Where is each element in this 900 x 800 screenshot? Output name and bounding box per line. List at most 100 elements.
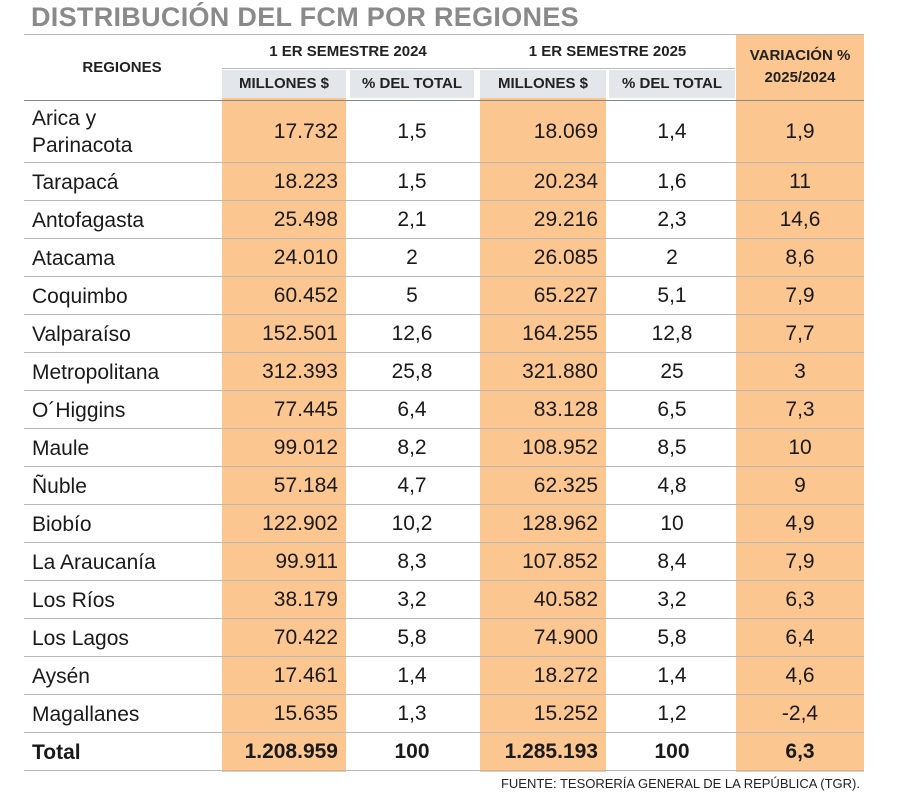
- pct-2025-cell: 25: [660, 360, 684, 383]
- pct-2024-cell: 12,6: [391, 322, 433, 345]
- region-name-cell: Aysén: [32, 664, 90, 688]
- pct-2025-cell: 4,8: [657, 474, 687, 497]
- millions-2025-cell: 62.325: [533, 474, 598, 497]
- pct-2025-cell: 1,6: [657, 170, 687, 193]
- pct-2024-cell: 5: [406, 284, 418, 307]
- pct-2024-cell: 3,2: [397, 588, 427, 611]
- pct-2025-cell: 3,2: [657, 588, 687, 611]
- header-semester-2025: 1 ER SEMESTRE 2025: [528, 43, 687, 60]
- pct-2024-cell: 6,4: [397, 398, 427, 421]
- variation-cell: 10: [788, 436, 812, 459]
- millions-2025-cell: 20.234: [533, 170, 598, 193]
- table-row: O´Higgins 77.445 6,4 83.128 6,5 7,3: [24, 391, 864, 429]
- millions-2025-cell: 26.085: [533, 246, 598, 269]
- table-row: Los Ríos 38.179 3,2 40.582 3,2 6,3: [24, 581, 864, 619]
- millions-2025-cell: 83.128: [533, 398, 598, 421]
- region-name-cell: Arica y Parinacota: [32, 107, 133, 157]
- region-name-cell: Atacama: [32, 246, 115, 270]
- region-name-cell: Metropolitana: [32, 360, 160, 384]
- millions-2024-cell: 99.911: [275, 550, 338, 573]
- millions-2025-cell: 128.962: [522, 512, 598, 535]
- millions-2025-cell: 15.252: [533, 702, 598, 725]
- pct-2024-cell: 5,8: [397, 626, 427, 649]
- pct-2024-cell: 8,3: [397, 550, 427, 573]
- millions-2025-cell: 321.880: [522, 360, 598, 383]
- total-pct-2024-cell: 100: [394, 740, 430, 763]
- variation-cell: 6,3: [785, 588, 815, 611]
- millions-2025-cell: 74.900: [533, 626, 598, 649]
- millions-2024-cell: 24.010: [273, 246, 338, 269]
- table-row: Los Lagos 70.422 5,8 74.900 5,8 6,4: [24, 619, 864, 657]
- pct-2025-cell: 8,5: [657, 436, 687, 459]
- pct-2025-cell: 2: [666, 246, 678, 269]
- header-millions-2025: MILLONES $: [480, 70, 606, 98]
- variation-cell: 8,6: [785, 246, 815, 269]
- table-row: Tarapacá 18.223 1,5 20.234 1,6 11: [24, 163, 864, 201]
- table-row: Biobío 122.902 10,2 128.962 10 4,9: [24, 505, 864, 543]
- table-row: Ñuble 57.184 4,7 62.325 4,8 9: [24, 467, 864, 505]
- variation-cell: -2,4: [781, 702, 819, 725]
- variation-cell: 4,9: [785, 512, 815, 535]
- pct-2024-cell: 25,8: [391, 360, 433, 383]
- region-name-cell: Biobío: [32, 512, 92, 536]
- total-millions-2025-cell: 1.285.193: [504, 740, 598, 763]
- region-name-cell: Maule: [32, 436, 90, 460]
- pct-2025-cell: 12,8: [651, 322, 693, 345]
- variation-cell: 7,7: [785, 322, 815, 345]
- table-row: Arica y Parinacota 17.732 1,5 18.069 1,4 1,9: [24, 101, 864, 163]
- header-variation: VARIACIÓN % 2025/2024: [736, 36, 864, 98]
- millions-2024-cell: 18.223: [273, 170, 338, 193]
- region-name-cell: O´Higgins: [32, 398, 126, 422]
- millions-2024-cell: 99.012: [273, 436, 338, 459]
- millions-2025-cell: 40.582: [533, 588, 598, 611]
- pct-2024-cell: 1,3: [397, 702, 427, 725]
- header-pct-2024: % DEL TOTAL: [350, 70, 474, 98]
- pct-2025-cell: 1,2: [657, 702, 687, 725]
- pct-2025-cell: 1,4: [657, 664, 687, 687]
- millions-2025-cell: 18.272: [533, 664, 598, 687]
- region-name-cell: Valparaíso: [32, 322, 131, 346]
- region-name-cell: La Araucanía: [32, 550, 156, 574]
- pct-2024-cell: 10,2: [391, 512, 433, 535]
- region-name-cell: Los Lagos: [32, 626, 129, 650]
- header-millions-2024: MILLONES $: [222, 70, 346, 98]
- variation-cell: 6,4: [785, 626, 815, 649]
- region-name-cell: Tarapacá: [32, 170, 119, 194]
- pct-2024-cell: 1,5: [397, 120, 427, 143]
- table-row: Coquimbo 60.452 5 65.227 5,1 7,9: [24, 277, 864, 315]
- total-millions-2024-cell: 1.208.959: [244, 740, 338, 763]
- table-row: Atacama 24.010 2 26.085 2 8,6: [24, 239, 864, 277]
- variation-cell: 3: [794, 360, 806, 383]
- header-regions: REGIONES: [82, 58, 162, 76]
- table-row: Aysén 17.461 1,4 18.272 1,4 4,6: [24, 657, 864, 695]
- pct-2025-cell: 1,4: [657, 120, 687, 143]
- table-row: Valparaíso 152.501 12,6 164.255 12,8 7,7: [24, 315, 864, 353]
- millions-2025-cell: 108.952: [522, 436, 598, 459]
- table-title: DISTRIBUCIÓN DEL FCM POR REGIONES: [31, 2, 579, 32]
- variation-cell: 7,9: [785, 550, 815, 573]
- pct-2024-cell: 4,7: [397, 474, 427, 497]
- total-pct-2025-cell: 100: [654, 740, 690, 763]
- pct-2025-cell: 8,4: [657, 550, 687, 573]
- millions-2024-cell: 15.635: [273, 702, 338, 725]
- table-row: Antofagasta 25.498 2,1 29.216 2,3 14,6: [24, 201, 864, 239]
- millions-2024-cell: 60.452: [273, 284, 338, 307]
- pct-2024-cell: 1,5: [397, 170, 427, 193]
- variation-cell: 9: [794, 474, 806, 497]
- millions-2025-cell: 18.069: [533, 120, 598, 143]
- millions-2024-cell: 17.732: [273, 120, 338, 143]
- variation-cell: 7,3: [785, 398, 815, 421]
- millions-2024-cell: 312.393: [262, 360, 338, 383]
- millions-2024-cell: 25.498: [273, 208, 338, 231]
- header-variation-line1: VARIACIÓN %: [749, 47, 851, 64]
- header-pct-2025: % DEL TOTAL: [609, 70, 735, 98]
- header-variation-line2: 2025/2024: [764, 69, 836, 86]
- row-divider: [24, 770, 864, 771]
- region-name-cell: Los Ríos: [32, 588, 115, 612]
- millions-2024-cell: 38.179: [273, 588, 338, 611]
- pct-2024-cell: 2,1: [397, 208, 427, 231]
- millions-2025-cell: 65.227: [533, 284, 598, 307]
- pct-2024-cell: 8,2: [397, 436, 427, 459]
- millions-2024-cell: 57.184: [273, 474, 338, 497]
- table-row: Metropolitana 312.393 25,8 321.880 25 3: [24, 353, 864, 391]
